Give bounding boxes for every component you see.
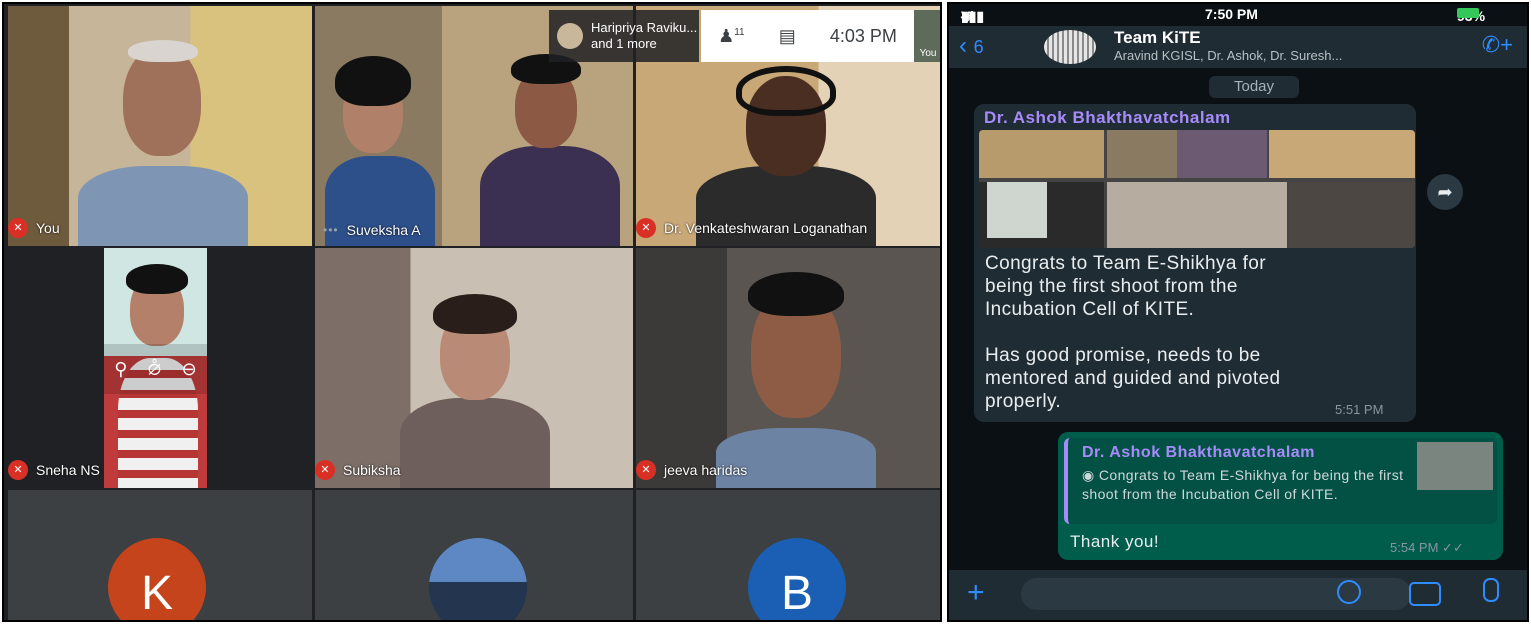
camera-icon: ◉	[1082, 467, 1099, 483]
quoted-image-thumbnail	[1417, 442, 1493, 490]
participant-name: jeeva haridas	[664, 462, 748, 478]
participant-video	[395, 268, 555, 488]
participant-name: You	[36, 220, 60, 236]
participant-name-row: ✕ You	[8, 218, 60, 238]
participant-avatar: K	[108, 538, 206, 620]
quoted-text: ◉ Congrats to Team E-Shikhya for being t…	[1082, 466, 1412, 504]
video-tile-you[interactable]: ✕ You	[8, 6, 312, 246]
quoted-sender: Dr. Ashok Bhakthavatchalam	[1082, 444, 1315, 461]
video-tile-jeeva[interactable]: ✕ jeeva haridas	[636, 248, 940, 488]
composer-bar: +	[949, 570, 1527, 620]
mic-off-icon: ✕	[315, 460, 335, 480]
wifi-icon: ◈	[961, 8, 972, 24]
participant-name-row: ✕ Dr. Venkateshwaran Loganathan	[636, 218, 867, 238]
self-view-label: You	[919, 48, 937, 59]
meet-window: ✕ You ••• Suveksha A ✕ Dr. Venkateshwara…	[2, 2, 942, 622]
participant-name: Suveksha A	[346, 222, 421, 238]
mic-off-icon: ✕	[8, 460, 28, 480]
meet-top-bar: ♟11 ▤ 4:03 PM	[701, 10, 914, 62]
mic-off-icon: ✕	[636, 460, 656, 480]
incoming-message[interactable]: Dr. Ashok Bhakthavatchalam Congrats to T…	[974, 104, 1416, 422]
chip-line2: and 1 more	[591, 36, 657, 51]
remove-icon[interactable]: ⊖	[182, 359, 197, 380]
phone-status-bar: ▮▮▮ Vi India ◈ 7:50 PM 93%	[949, 4, 1527, 40]
group-avatar[interactable]	[1044, 30, 1096, 64]
participant-name-row: ✕ Sneha NS	[8, 460, 100, 480]
forward-button[interactable]: ➦	[1427, 174, 1463, 210]
participant-name: Subiksha	[343, 462, 401, 478]
message-time: 5:54 PM	[1390, 540, 1439, 555]
participant-name: Dr. Venkateshwaran Loganathan	[664, 220, 868, 236]
unread-count: 6	[973, 37, 984, 57]
tile-hover-controls: ⚲ ⦲ ⊖	[104, 344, 207, 394]
battery-icon	[1457, 8, 1479, 18]
people-button[interactable]: ♟11	[718, 26, 745, 47]
avatar	[557, 23, 583, 49]
chip-line1: Haripriya Raviku...	[591, 20, 698, 35]
sticker-icon[interactable]	[1337, 580, 1361, 604]
people-icon: ♟	[718, 25, 735, 46]
quoted-message[interactable]: Dr. Ashok Bhakthavatchalam ◉ Congrats to…	[1064, 438, 1497, 524]
forward-icon: ➦	[1437, 182, 1453, 202]
chevron-left-icon: ‹	[959, 32, 967, 59]
pin-icon[interactable]: ⚲	[114, 359, 127, 380]
whatsapp-window: ▮▮▮ Vi India ◈ 7:50 PM 93% ‹ 6 Team KiTE…	[947, 2, 1529, 622]
microphone-icon[interactable]	[1483, 578, 1499, 602]
message-text: Congrats to Team E-Shikhya for being the…	[985, 253, 1281, 412]
participant-video	[716, 258, 876, 488]
message-time-row: 5:54 PM ✓✓	[1390, 540, 1464, 556]
video-tile-subiksha[interactable]: ✕ Subiksha	[315, 248, 633, 488]
mic-off-icon: ✕	[8, 218, 28, 238]
quoted-caption: Congrats to Team E-Shikhya for being the…	[1082, 467, 1404, 502]
presenter-chip[interactable]: Haripriya Raviku... and 1 more	[549, 10, 699, 62]
avatar-tile-photo[interactable]	[315, 490, 633, 620]
phone-time: 7:50 PM	[1205, 6, 1258, 22]
meeting-clock: 4:03 PM	[829, 25, 897, 46]
participant-name-row: ••• Suveksha A	[315, 222, 421, 238]
avatar-tile-b[interactable]: B	[636, 490, 940, 620]
people-count: 11	[734, 26, 745, 38]
date-separator: Today	[1209, 76, 1299, 98]
read-receipt-icon: ✓✓	[1442, 540, 1464, 555]
avatar-tile-k[interactable]: K	[8, 490, 312, 620]
self-view-mini[interactable]: You	[914, 10, 940, 62]
message-sender: Dr. Ashok Bhakthavatchalam	[984, 108, 1231, 127]
message-time: 5:51 PM	[1335, 402, 1384, 417]
participant-name: Sneha NS	[36, 462, 100, 478]
message-image[interactable]	[979, 130, 1415, 248]
outgoing-message[interactable]: Dr. Ashok Bhakthavatchalam ◉ Congrats to…	[1058, 432, 1503, 560]
chat-icon[interactable]: ▤	[779, 26, 796, 47]
group-members: Aravind KGISL, Dr. Ashok, Dr. Suresh...	[1114, 48, 1343, 63]
participant-avatar: B	[748, 538, 846, 620]
mic-off-icon: ✕	[636, 218, 656, 238]
participant-video	[315, 26, 455, 246]
group-title[interactable]: Team KiTE	[1114, 28, 1201, 48]
chat-header: ‹ 6 Team KiTE Aravind KGISL, Dr. Ashok, …	[949, 26, 1527, 68]
message-text: Thank you!	[1070, 532, 1160, 551]
camera-icon[interactable]	[1409, 582, 1441, 606]
participant-name-row: ✕ Subiksha	[315, 460, 401, 480]
participant-name-row: ✕ jeeva haridas	[636, 460, 747, 480]
speaking-indicator-icon: •••	[323, 223, 339, 237]
attach-plus-icon[interactable]: +	[967, 576, 985, 610]
mute-icon[interactable]: ⦲	[148, 359, 161, 380]
participant-avatar	[429, 538, 527, 620]
back-button[interactable]: ‹ 6	[959, 32, 984, 60]
participant-video	[68, 26, 268, 246]
video-tile-sneha[interactable]: ⚲ ⦲ ⊖ ✕ Sneha NS	[8, 248, 312, 488]
add-call-icon[interactable]: ✆+	[1482, 32, 1513, 58]
